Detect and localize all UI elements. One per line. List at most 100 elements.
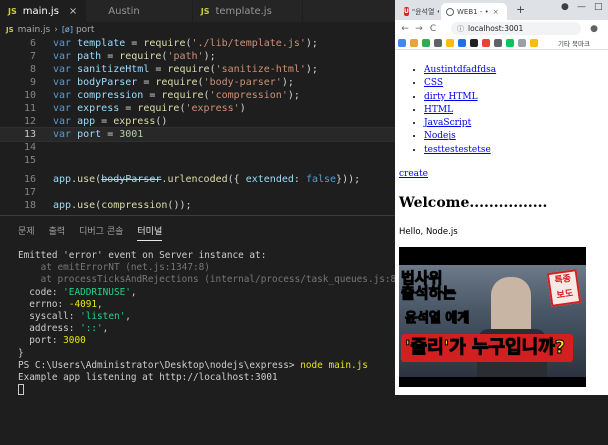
tab-label: template.js [215,5,272,17]
record-icon[interactable]: ● [561,2,569,12]
terminal-line: Example app listening at http://localhos… [18,372,278,384]
topic-link[interactable]: JavaScript [424,118,471,128]
terminal-prompt-line: PS C:\Users\Administrator\Desktop\nodejs… [18,359,368,371]
info-icon[interactable]: ⓘ [457,24,464,34]
tab-debug-console[interactable]: 디버그 콘솔 [79,224,123,241]
page-heading: Welcome................ [399,195,548,211]
line-number: 11 [23,103,36,114]
other-bookmarks[interactable]: 기타 북마크 [558,38,590,48]
terminal-line: errno: -4091, [18,298,103,310]
topic-link[interactable]: testtestestetse [424,145,491,155]
bookmark-icon[interactable] [482,39,490,47]
terminal-line: code: 'EADDRINUSE', [18,286,137,298]
terminal-line: at processTicksAndRejections (internal/p… [18,274,395,286]
browser-toolbar: ← → C ⓘ localhost:3001 ● [395,20,608,37]
maximize-button[interactable]: □ [594,2,603,12]
variable-symbol-icon: [ø] [61,25,73,34]
tab-template-js[interactable]: JS template.js [193,0,303,22]
list-item: dirty HTML [424,91,496,104]
line-number: 6 [29,38,36,49]
thumbnail-caption: 법사위 출석하는 [400,269,457,302]
terminal-line: port: 3000 [18,335,86,347]
bookmark-icon[interactable] [518,39,526,47]
tab-problems[interactable]: 문제 [18,224,35,241]
line-number: 13 [23,129,36,140]
panel-tabs: 문제 출력 디버그 콘솔 터미널 [18,224,163,241]
bookmark-icon[interactable] [494,39,502,47]
minimize-button[interactable]: — [577,2,586,12]
code-line: var compression = require('compression')… [53,90,300,101]
bookmarks-bar: 기타 북마크 [395,37,608,50]
tab-terminal[interactable]: 터미널 [137,224,163,241]
code-line: var template = require('./lib/template.j… [53,38,318,49]
line-number: 10 [23,90,36,101]
url-text: localhost:3001 [468,24,524,33]
browser-tab-youtube[interactable]: U "윤석열 • × [399,3,439,20]
tab-label: Austin [108,5,140,17]
close-icon[interactable]: × [493,8,499,16]
back-button[interactable]: ← [398,24,412,34]
terminal-line: syscall: 'listen', [18,311,131,323]
browser-tab-web1[interactable]: WEB1 - • × [441,3,507,20]
code-line: var bodyParser = require('body-parser'); [53,77,294,88]
topic-link[interactable]: HTML [424,105,453,115]
bookmark-icon[interactable] [422,39,430,47]
code-line: var sanitizeHtml = require('sanitize-htm… [53,64,318,75]
bookmark-icon[interactable] [458,39,466,47]
browser-tab-label: WEB1 - • [457,7,489,16]
thumbnail-stamp: 특종 보도 [546,269,582,307]
list-item: HTML [424,104,496,117]
close-icon[interactable]: × [69,6,77,17]
code-line: app.use(bodyParser.urlencoded({ extended… [53,174,361,185]
bookmark-icon[interactable] [446,39,454,47]
bookmark-icon[interactable] [410,39,418,47]
address-bar[interactable]: ⓘ localhost:3001 [451,22,581,35]
thumbnail-headline: '줄리'가 누구입니까? [404,337,566,359]
tab-main-js[interactable]: JS main.js × [0,0,87,22]
line-number: 18 [23,200,36,211]
list-item: CSS [424,77,496,90]
new-tab-button[interactable]: + [516,3,525,16]
bookmark-icon[interactable] [434,39,442,47]
breadcrumb-file[interactable]: main.js [18,25,51,35]
code-line: var path = require('path'); [53,51,216,62]
tab-austin[interactable]: Austin [86,0,193,22]
create-link[interactable]: create [399,169,428,179]
line-number: 16 [23,174,36,185]
code-editor[interactable]: 6 var template = require('./lib/template.… [0,37,396,215]
topic-link[interactable]: dirty HTML [424,92,478,102]
line-number: 7 [29,51,36,62]
forward-button[interactable]: → [412,24,426,34]
topic-link[interactable]: CSS [424,78,443,88]
reload-button[interactable]: C [426,24,440,34]
profile-icon[interactable]: ● [587,24,601,34]
code-line-current: var port = 3001 [53,129,144,140]
topic-link[interactable]: Austintdfadfdsa [424,65,496,75]
terminal-line: at emitErrorNT (net.js:1347:8) [18,262,210,274]
breadcrumb-symbol[interactable]: port [76,25,94,35]
js-file-icon: JS [8,6,17,16]
page-body-text: Hello, Node.js [399,227,458,237]
bottom-panel: 문제 출력 디버그 콘솔 터미널 Emitted 'error' event o… [0,215,395,445]
globe-favicon-icon [446,7,454,16]
bookmark-icon[interactable] [470,39,478,47]
breadcrumb: JS main.js › [ø] port [0,22,395,37]
line-number: 12 [23,116,36,127]
tab-label: main.js [22,5,59,17]
browser-tab-label: "윤석열 • [411,7,439,16]
bookmark-icon[interactable] [530,39,538,47]
line-number: 17 [23,187,36,198]
list-item: testtestestetse [424,144,496,157]
tab-output[interactable]: 출력 [49,224,66,241]
bookmark-apps-icon[interactable] [398,39,406,47]
topic-link[interactable]: Nodejs [424,131,456,141]
terminal-output[interactable]: Emitted 'error' event on Server instance… [18,250,395,397]
terminal-line: } [18,347,24,359]
line-number: 9 [29,77,36,88]
terminal-line: Emitted 'error' event on Server instance… [18,250,267,261]
topic-list: Austintdfadfdsa CSS dirty HTML HTML Java… [424,64,496,157]
line-number: 15 [23,155,36,166]
bookmark-icon[interactable] [506,39,514,47]
code-line: var app = express() [53,116,168,127]
youtube-favicon-icon: U [404,7,409,16]
